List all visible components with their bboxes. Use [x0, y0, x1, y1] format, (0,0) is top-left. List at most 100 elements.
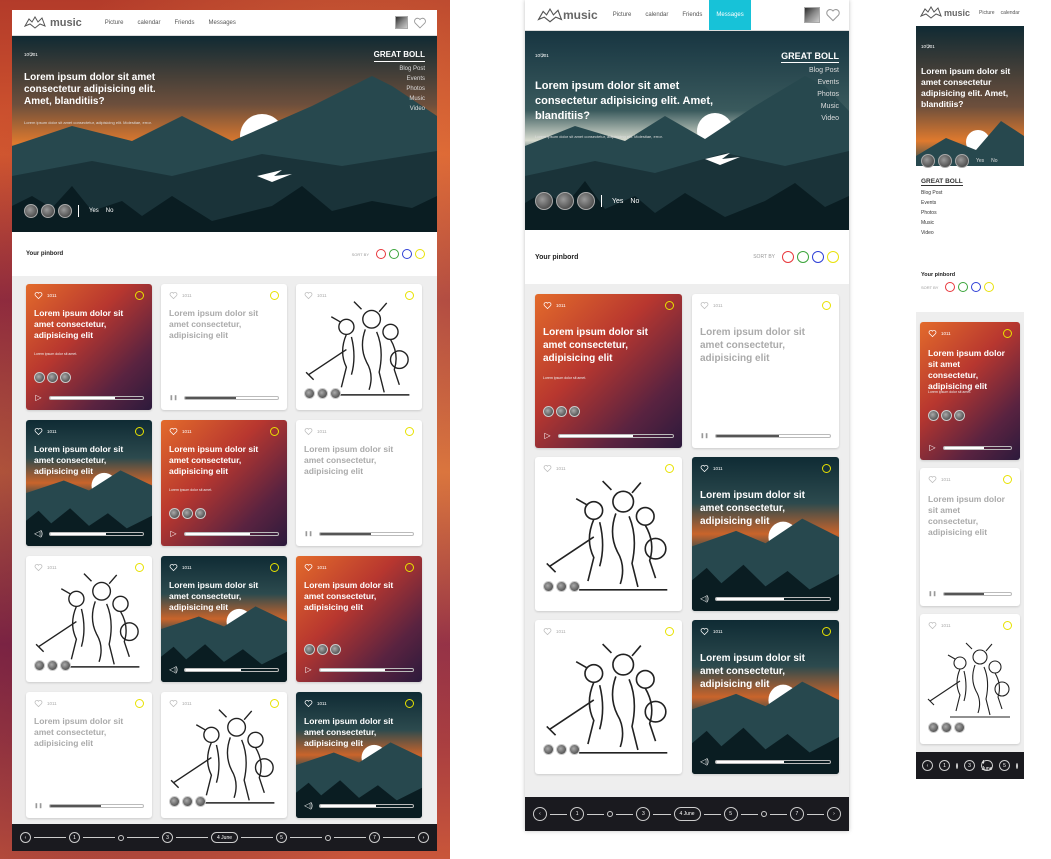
progress-bar[interactable]	[715, 433, 831, 438]
nav-friends[interactable]: Friends	[168, 10, 202, 35]
nav-calendar[interactable]: calendar	[130, 10, 167, 35]
pin-toggle[interactable]	[665, 627, 674, 636]
pin-toggle[interactable]	[270, 291, 279, 300]
page-number-button[interactable]: 5	[723, 807, 738, 821]
avatar[interactable]	[556, 744, 567, 755]
card-like[interactable]: 1011	[543, 464, 566, 473]
avatar[interactable]	[60, 372, 71, 383]
avatar[interactable]	[41, 204, 55, 218]
play-icon[interactable]: ▷	[928, 443, 937, 452]
hero-menu-item[interactable]: Video	[921, 228, 963, 238]
hero-menu-item[interactable]: Events	[921, 198, 963, 208]
pin-card[interactable]: 1011 Lorem ipsum dolor sit amet consectet…	[920, 468, 1020, 606]
page-number-button[interactable]: 7	[369, 832, 381, 843]
pin-toggle[interactable]	[822, 301, 831, 310]
pin-card[interactable]: 1011 Lorem ipsum dolor sit amet consectet…	[26, 692, 152, 818]
page-number-button[interactable]: 1	[939, 760, 950, 771]
pin-card[interactable]: 1011 Lorem ipsum dolor sit amet consectet…	[692, 294, 839, 448]
hero-menu-item[interactable]: Video	[374, 104, 425, 114]
pin-card[interactable]: 1011 Lorem ipsum dolor sit amet consectet…	[161, 284, 287, 410]
avatar[interactable]	[921, 154, 935, 168]
hero-menu-item[interactable]: Photos	[921, 208, 963, 218]
progress-bar[interactable]	[319, 531, 414, 536]
card-like[interactable]: 1011	[169, 291, 192, 300]
yes-button[interactable]: Yes	[89, 208, 99, 214]
pager-dot[interactable]	[607, 811, 614, 817]
volume-icon[interactable]: ◁)	[34, 529, 43, 538]
current-page-pill[interactable]: 4 June	[673, 807, 701, 821]
pause-icon[interactable]: ❚❚	[928, 589, 937, 598]
pin-card[interactable]: 1011	[535, 620, 682, 774]
avatar[interactable]	[195, 508, 206, 519]
sort-yellow-button[interactable]	[415, 249, 425, 259]
card-like[interactable]: 1011	[169, 427, 192, 436]
user-avatar[interactable]	[804, 7, 820, 23]
pin-toggle[interactable]	[665, 301, 674, 310]
card-like[interactable]: 1011	[34, 563, 57, 572]
nav-calendar[interactable]: calendar	[998, 0, 1023, 26]
avatar[interactable]	[928, 410, 939, 421]
hero-menu-item[interactable]: Video	[781, 113, 839, 125]
card-like[interactable]: 1011	[928, 475, 951, 484]
hero-menu-item[interactable]: Events	[374, 74, 425, 84]
pin-card[interactable]: 1011	[920, 614, 1020, 744]
yes-button[interactable]: Yes	[612, 198, 623, 205]
hero-like[interactable]: 10 201	[535, 53, 549, 58]
pager-dot[interactable]	[760, 811, 767, 817]
sort-yellow-button[interactable]	[984, 282, 995, 292]
avatar[interactable]	[34, 372, 45, 383]
prev-page-button[interactable]: ‹	[20, 832, 31, 843]
pin-toggle[interactable]	[1003, 329, 1012, 338]
pause-icon[interactable]: ❚❚	[700, 431, 709, 440]
hero-menu-item[interactable]: Blog Post	[921, 188, 963, 198]
current-page-pill[interactable]: 4 June	[981, 760, 993, 772]
nav-friends[interactable]: Friends	[675, 0, 709, 30]
card-like[interactable]: 1011	[34, 427, 57, 436]
avatar[interactable]	[543, 581, 554, 592]
avatar[interactable]	[47, 372, 58, 383]
volume-icon[interactable]: ◁)	[304, 801, 313, 810]
page-number-button[interactable]: 5	[999, 760, 1010, 771]
pin-card[interactable]: 1011 Lorem ipsum dolor sit amet consectet…	[296, 556, 422, 682]
avatar[interactable]	[535, 192, 553, 210]
progress-bar[interactable]	[49, 531, 144, 536]
page-number-button[interactable]: 1	[570, 807, 585, 821]
avatar[interactable]	[569, 744, 580, 755]
current-page-pill[interactable]: 4 June	[211, 832, 239, 843]
avatar[interactable]	[955, 154, 969, 168]
avatar[interactable]	[330, 388, 341, 399]
sort-blue-button[interactable]	[971, 282, 982, 292]
pin-card[interactable]: 1011 Lorem ipsum dolor sit amet consectet…	[296, 420, 422, 546]
pin-card[interactable]: 1011	[26, 556, 152, 682]
avatar[interactable]	[556, 581, 567, 592]
volume-icon[interactable]: ◁)	[700, 757, 709, 766]
avatar[interactable]	[577, 192, 595, 210]
avatar[interactable]	[543, 744, 554, 755]
page-number-button[interactable]: 7	[789, 807, 804, 821]
hero-menu-item[interactable]: Blog Post	[781, 65, 839, 77]
progress-bar[interactable]	[184, 531, 279, 536]
pin-toggle[interactable]	[405, 427, 414, 436]
pin-card[interactable]: 1011 Lorem ipsum dolor sit amet consectet…	[26, 420, 152, 546]
pin-card[interactable]: 1011 Lorem ipsum dolor sit amet consectet…	[920, 322, 1020, 460]
hero-menu-item[interactable]: Photos	[781, 89, 839, 101]
progress-bar[interactable]	[319, 803, 414, 808]
avatar[interactable]	[47, 660, 58, 671]
sort-blue-button[interactable]	[812, 251, 824, 263]
card-like[interactable]: 1011	[304, 291, 327, 300]
play-icon[interactable]: ▷	[304, 665, 313, 674]
logo[interactable]: music	[920, 6, 970, 20]
pin-card[interactable]: 1011 Lorem ipsum dolor sit amet consectet…	[535, 294, 682, 448]
page-number-button[interactable]: 1	[69, 832, 80, 843]
avatar[interactable]	[330, 644, 341, 655]
pin-toggle[interactable]	[405, 563, 414, 572]
avatar[interactable]	[182, 508, 193, 519]
pin-toggle[interactable]	[405, 699, 414, 708]
pin-card[interactable]: 1011 Lorem ipsum dolor sit amet consectet…	[692, 620, 839, 774]
card-like[interactable]: 1011	[700, 301, 723, 310]
sort-red-button[interactable]	[376, 249, 386, 259]
pause-icon[interactable]: ❚❚	[304, 529, 313, 538]
pin-card[interactable]: 1011 Lorem ipsum dolor sit amet consectet…	[161, 556, 287, 682]
page-number-button[interactable]: 3	[162, 832, 173, 843]
no-button[interactable]: No	[991, 158, 997, 164]
